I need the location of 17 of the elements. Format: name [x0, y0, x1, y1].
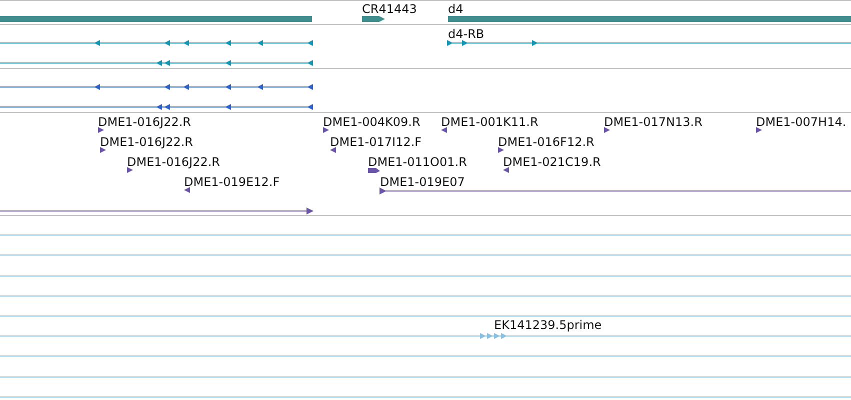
- feature-label: DME1-011O01.R: [368, 155, 467, 169]
- feature-label: DME1-004K09.R: [323, 115, 420, 129]
- feature-label: DME1-019E12.F: [184, 175, 280, 189]
- feature-label: DME1-007H14.: [756, 115, 846, 129]
- feature-label: DME1-019E07: [380, 175, 465, 189]
- feature-label: EK141239.5prime: [494, 318, 602, 332]
- feature-label: DME1-001K11.R: [441, 115, 538, 129]
- feature-label: DME1-016F12.R: [498, 135, 594, 149]
- feature-label: DME1-016J22.R: [100, 135, 194, 149]
- feature-label: DME1-016J22.R: [98, 115, 192, 129]
- feature-label: DME1-016J22.R: [127, 155, 220, 169]
- feature-label: CR41443: [362, 2, 417, 16]
- feature-label: DME1-017N13.R: [604, 115, 702, 129]
- feature-label: d4-RB: [448, 27, 484, 41]
- feature-label: DME1-021C19.R: [503, 155, 601, 169]
- feature-label: DME1-017I12.F: [330, 135, 422, 149]
- feature-label: d4: [448, 2, 464, 16]
